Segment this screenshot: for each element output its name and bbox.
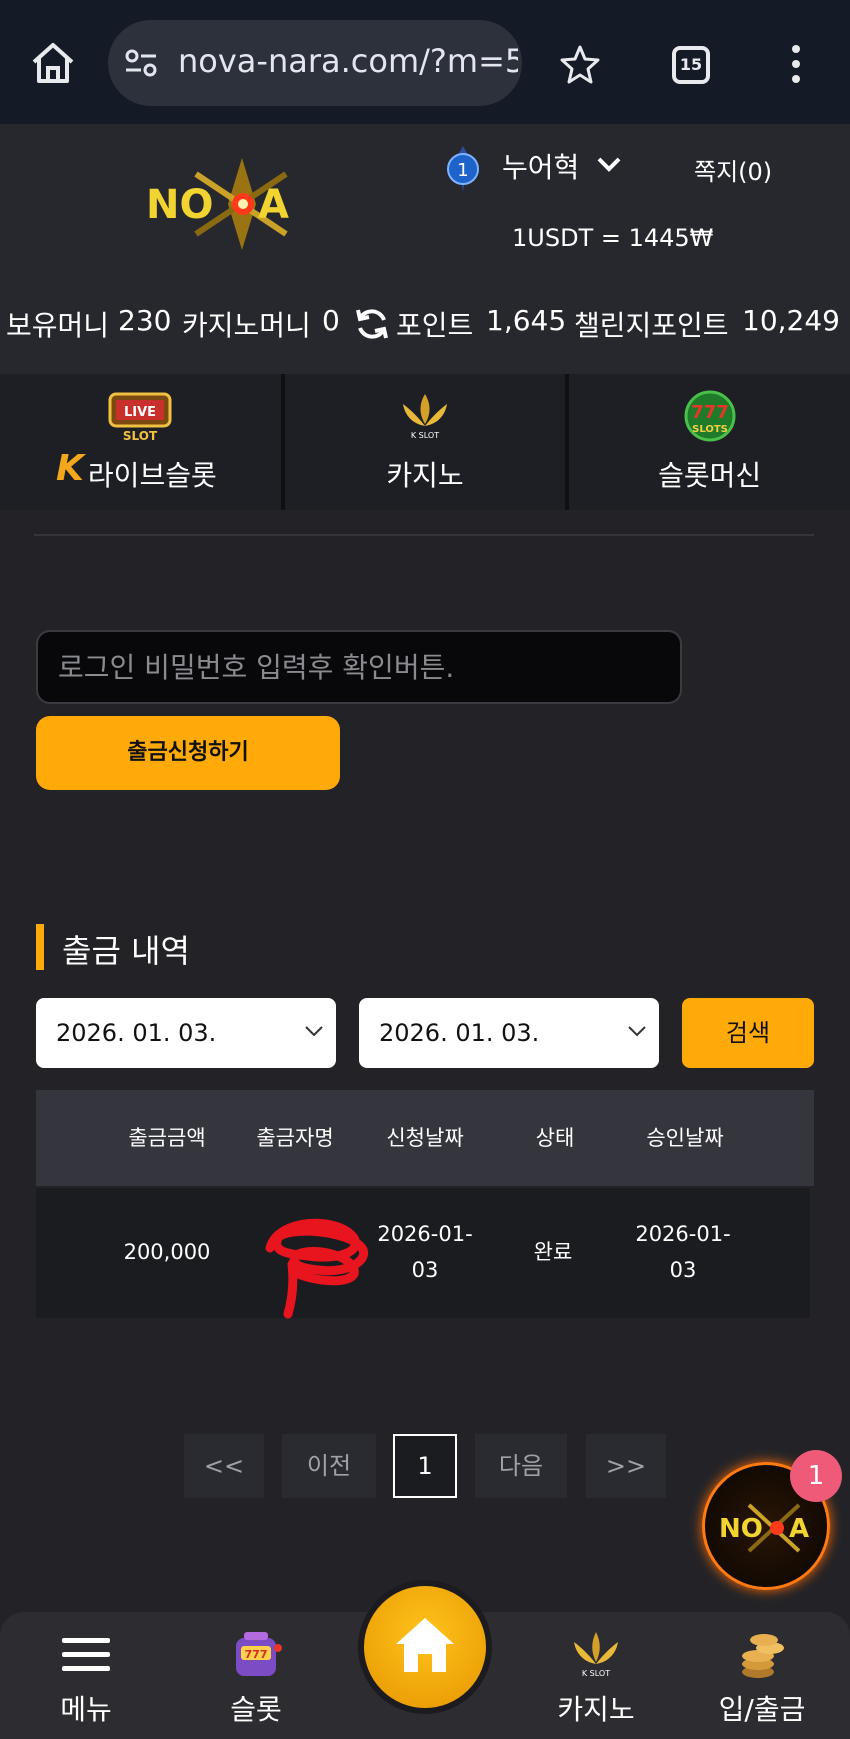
divider	[34, 534, 814, 536]
svg-text:LIVE: LIVE	[124, 405, 156, 420]
chevron-down-icon[interactable]	[596, 156, 622, 174]
nova-logo-icon: NO A	[719, 1503, 809, 1553]
table-header: 출금금액 출금자명 신청날짜 상태 승인날짜	[36, 1090, 814, 1186]
category-label: 라이브슬롯	[87, 459, 217, 492]
category-nav: LIVE SLOT K 라이브슬롯 K SLOT 카지노 777 SLOTS 슬…	[0, 374, 850, 510]
refresh-icon[interactable]	[354, 306, 390, 342]
category-casino[interactable]: K SLOT 카지노	[284, 374, 570, 510]
address-bar[interactable]: nova-nara.com/?m=5	[108, 20, 522, 106]
page-prev-button[interactable]: 이전	[282, 1434, 376, 1498]
column-header: 승인날짜	[646, 1126, 724, 1150]
home-icon	[396, 1618, 454, 1672]
request-date-line2: 03	[411, 1258, 439, 1282]
withdraw-submit-button[interactable]: 출금신청하기	[36, 716, 340, 790]
column-header: 신청날짜	[386, 1126, 464, 1150]
request-date-cell: 2026-01- 03	[360, 1216, 490, 1288]
page-first-button[interactable]: <<	[184, 1434, 264, 1498]
amount-cell: 200,000	[123, 1240, 211, 1264]
holding-money-label: 보유머니	[6, 309, 110, 342]
date-to-select[interactable]: 2026. 01. 03.	[359, 998, 659, 1068]
svg-text:SLOTS: SLOTS	[692, 424, 728, 435]
category-live-slot[interactable]: LIVE SLOT K 라이브슬롯	[0, 374, 285, 510]
svg-text:K SLOT: K SLOT	[582, 1669, 610, 1678]
holding-money-value: 230	[118, 304, 172, 337]
date-to-value: 2026. 01. 03.	[379, 1019, 540, 1047]
page-current-button[interactable]: 1	[393, 1434, 457, 1498]
svg-text:NO: NO	[146, 182, 213, 228]
nav-menu[interactable]: 메뉴	[16, 1612, 156, 1739]
request-date-line1: 2026-01-	[377, 1222, 473, 1246]
tab-switcher-button[interactable]: 15	[672, 46, 710, 84]
more-options-icon[interactable]	[786, 44, 806, 84]
point-label: 포인트	[396, 309, 474, 342]
svg-text:NO: NO	[719, 1514, 763, 1544]
svg-text:777: 777	[245, 1648, 268, 1661]
k-slot-lotus-icon: K SLOT	[403, 394, 447, 440]
exchange-rate: 1USDT = 1445₩	[512, 224, 714, 252]
page-next-button[interactable]: 다음	[475, 1434, 567, 1498]
nav-home-button[interactable]	[358, 1580, 492, 1714]
slot-machine-icon: 777	[236, 1632, 282, 1676]
nav-label: 카지노	[557, 1693, 635, 1726]
live-slot-icon: LIVE SLOT	[108, 392, 172, 442]
url-text[interactable]: nova-nara.com/?m=5	[178, 42, 518, 80]
nav-label: 메뉴	[60, 1693, 112, 1726]
password-input[interactable]	[36, 630, 682, 704]
chevron-down-icon	[305, 1026, 323, 1037]
level-badge-icon: 1	[447, 146, 479, 192]
svg-text:777: 777	[691, 402, 729, 423]
challenge-point-value: 10,249	[742, 304, 840, 337]
approve-date-line1: 2026-01-	[635, 1222, 731, 1246]
svg-text:A: A	[789, 1514, 809, 1544]
date-from-value: 2026. 01. 03.	[56, 1019, 217, 1047]
svg-text:A: A	[258, 182, 289, 228]
point-value: 1,645	[486, 304, 567, 337]
chevron-down-icon	[628, 1026, 646, 1037]
category-label: 슬롯머신	[658, 459, 762, 492]
nav-casino[interactable]: K SLOT 카지노	[526, 1612, 666, 1739]
site-settings-icon[interactable]	[124, 48, 158, 78]
column-header: 출금자명	[256, 1126, 334, 1150]
nav-deposit-withdraw[interactable]: 입/출금	[692, 1612, 832, 1739]
column-header: 상태	[535, 1126, 575, 1150]
section-accent-bar	[36, 924, 44, 970]
svg-text:SLOT: SLOT	[123, 429, 158, 442]
site-header: NO A 1 누어혁 쪽지(0) 1USDT = 1445₩ 보유머니 230 …	[0, 124, 850, 374]
redaction-scribble	[265, 1218, 369, 1319]
notification-badge: 1	[790, 1450, 842, 1502]
home-icon[interactable]	[30, 40, 76, 86]
category-label: 카지노	[386, 459, 464, 492]
svg-text:K SLOT: K SLOT	[411, 431, 439, 440]
browser-toolbar: nova-nara.com/?m=5 15	[0, 0, 850, 124]
balance-bar: 보유머니 230 카지노머니 0 포인트 1,645 챌린지포인트 10,249	[0, 304, 850, 348]
category-slot-machine[interactable]: 777 SLOTS 슬롯머신	[569, 374, 850, 510]
svg-text:1: 1	[457, 160, 468, 181]
bookmark-star-icon[interactable]	[560, 44, 600, 84]
nav-slot[interactable]: 777 슬롯	[186, 1612, 326, 1739]
date-from-select[interactable]: 2026. 01. 03.	[36, 998, 336, 1068]
777-slots-icon: 777 SLOTS	[684, 390, 736, 442]
coins-icon	[742, 1634, 784, 1678]
nova-logo[interactable]: NO A	[146, 154, 320, 254]
approve-date-cell: 2026-01- 03	[618, 1216, 748, 1288]
history-title: 출금 내역	[62, 932, 190, 970]
username[interactable]: 누어혁	[502, 146, 579, 186]
column-header: 출금금액	[128, 1126, 206, 1150]
casino-money-label: 카지노머니	[182, 309, 311, 342]
nav-label: 입/출금	[718, 1693, 806, 1726]
casino-money-value: 0	[322, 304, 340, 337]
approve-date-line2: 03	[669, 1258, 697, 1282]
challenge-point-label: 챌린지포인트	[574, 309, 729, 342]
page-last-button[interactable]: >>	[586, 1434, 666, 1498]
nav-label: 슬롯	[230, 1693, 282, 1726]
messages-link[interactable]: 쪽지(0)	[694, 152, 772, 187]
search-button[interactable]: 검색	[682, 998, 814, 1068]
k-slot-lotus-icon: K SLOT	[574, 1632, 618, 1678]
status-cell: 완료	[533, 1240, 573, 1264]
hamburger-menu-icon	[62, 1638, 110, 1671]
table-row: 200,000 2026-01- 03 완료 2026-01- 03	[36, 1188, 810, 1319]
